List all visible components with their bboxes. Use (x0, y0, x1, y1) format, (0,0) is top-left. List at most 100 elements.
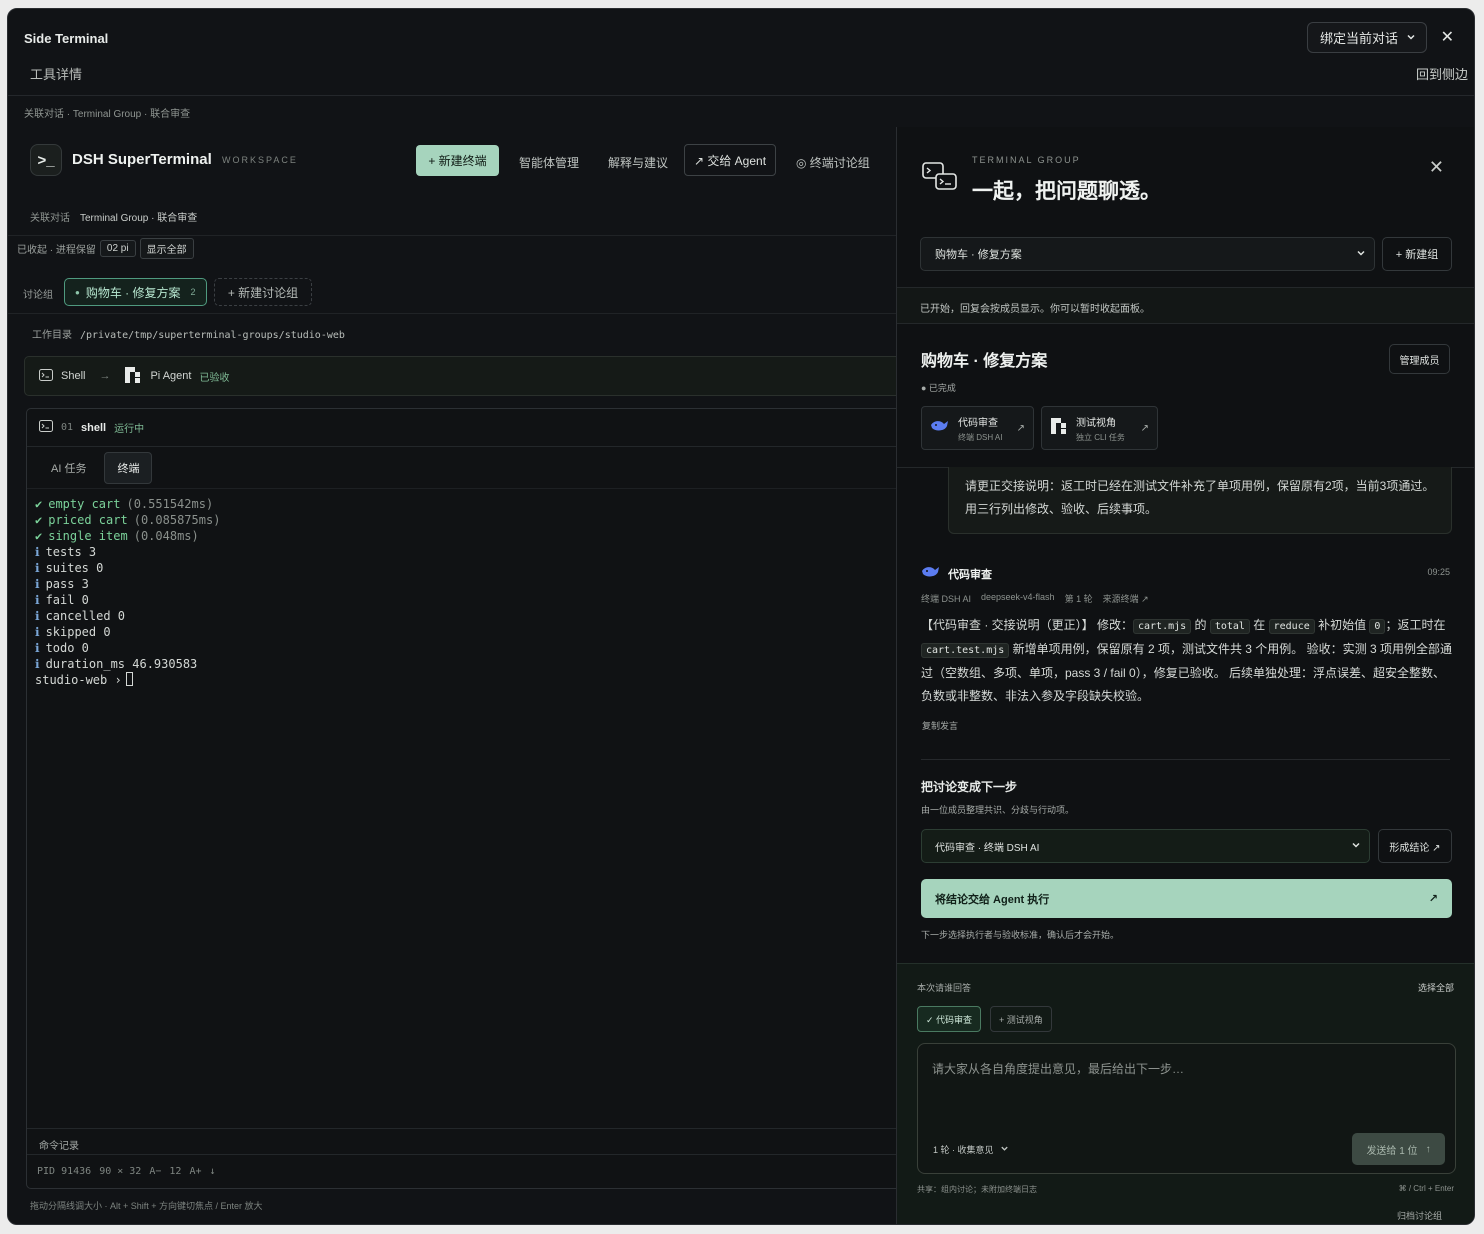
line-text: tests 3 (45, 545, 97, 559)
form-conclusion-button[interactable]: 形成结论 ↗ (1378, 829, 1452, 863)
group-tab-cart-fix[interactable]: ● 购物车 · 修复方案 2 (64, 278, 207, 306)
line-text: empty cart (48, 497, 121, 511)
archive-group-button[interactable]: 归档讨论组 (1397, 1209, 1442, 1222)
code-snippet: cart.test.mjs (921, 643, 1010, 658)
terminal-output[interactable]: ✔ empty cart (0.551542ms) ✔ priced cart (0.08… (27, 489, 906, 695)
group-label: 讨论组 (23, 290, 53, 301)
handoff-conclusion-button[interactable]: 将结论交给 Agent 执行 ↗ (921, 879, 1452, 918)
line-text: cancelled 0 (45, 609, 126, 623)
active-dot-icon: ● (75, 287, 80, 297)
quoted-prompt: 请更正交接说明：返工时已经在测试文件补充了单项用例，保留原有2项，当前3项通过。… (948, 467, 1452, 534)
line-mark: ℹ (35, 561, 40, 575)
show-all-button[interactable]: 显示全部 (139, 238, 194, 259)
command-history[interactable]: 命令记录 (27, 1128, 906, 1154)
handoff-flow[interactable]: Shell → Pi Agent 已验收 (24, 356, 907, 396)
external-link-icon: ↗ (1016, 422, 1025, 434)
group-tab-label: 购物车 · 修复方案 (85, 285, 181, 300)
terminal-line: ℹ suites 0 (35, 560, 898, 576)
terminal-line: ℹ pass 3 (35, 576, 898, 592)
new-discussion-group-button[interactable]: + 新建讨论组 (214, 278, 312, 306)
code-snippet: reduce (1268, 619, 1315, 634)
send-button[interactable]: 发送给 1 位 ↑ (1352, 1133, 1445, 1165)
terminal-tabs: AI 任务 终端 (27, 447, 906, 489)
terminal-prompt[interactable]: studio-web › (35, 672, 898, 688)
group-status: ● 已完成 (921, 383, 956, 393)
manage-members-button[interactable]: 管理成员 (1389, 344, 1450, 374)
line-text: suites 0 (45, 561, 104, 575)
copy-message-button[interactable]: 复制发言 (922, 719, 958, 732)
window-title: Side Terminal (24, 31, 109, 46)
summarizer-select[interactable]: 代码审查 · 终端 DSH AI (921, 829, 1370, 863)
group-tab-count: 2 (190, 287, 196, 297)
nav-agent-management[interactable]: 智能体管理 (519, 154, 579, 171)
terminal-line: ✔ priced cart (0.085875ms) (35, 512, 898, 528)
source-terminal-link[interactable]: 来源终端 ↗ (1103, 592, 1149, 605)
working-directory: 工作目录/private/tmp/superterminal-groups/st… (32, 326, 345, 341)
close-icon[interactable]: ✕ (1441, 27, 1454, 47)
header-divider (8, 95, 1474, 96)
font-increase-button[interactable]: A+ (189, 1166, 201, 1177)
terminal-name: shell (81, 421, 107, 434)
bind-conversation-select[interactable]: 绑定当前对话 (1307, 22, 1427, 53)
prompt-text: studio-web › (35, 673, 122, 687)
collapsed-label: 已收起 · 进程保留 (17, 245, 96, 256)
flow-to: Pi Agent (150, 370, 192, 382)
divider (921, 759, 1450, 760)
nav-terminal-discussion[interactable]: ◎ 终端讨论组 (796, 154, 870, 171)
handoff-agent-button[interactable]: ↗ 交给 Agent (684, 144, 776, 176)
line-text: skipped 0 (45, 625, 111, 639)
app-logo: >_ (30, 144, 62, 176)
status-band: 已开始，回复会按成员显示。你可以暂时收起面板。 (897, 287, 1474, 324)
message-input[interactable]: 请大家从各自角度提出意见，最后给出下一步… 1 轮 · 收集意见 发送给 1 位… (917, 1043, 1456, 1174)
font-decrease-button[interactable]: A− (149, 1166, 161, 1177)
next-step-subtitle: 由一位成员整理共识、分歧与行动项。 (921, 805, 1075, 815)
member-card-test-view[interactable]: 测试视角 独立 CLI 任务 ↗ (1041, 406, 1158, 450)
collapsed-process-chip[interactable]: 02 pi (99, 240, 136, 257)
workdir-label: 工作目录 (32, 330, 72, 341)
message-time: 09:25 (1427, 567, 1450, 577)
drawer-kicker: TERMINAL GROUP (972, 155, 1081, 165)
terminal-size: 90 × 32 (99, 1166, 142, 1177)
line-mark: ℹ (35, 577, 40, 591)
code-snippet: cart.mjs (1133, 619, 1192, 634)
app-name: DSH SuperTerminal (72, 151, 212, 168)
back-to-side-link[interactable]: 回到侧边 (1416, 64, 1468, 83)
responders-label: 本次请谁回答 (917, 983, 972, 993)
responder-chip-code-review[interactable]: ✓ 代码审查 (917, 1006, 982, 1032)
terminal-panel: >_ DSH SuperTerminal WORKSPACE + 新建终端 智能… (8, 127, 907, 1224)
select-all-button[interactable]: 选择全部 (1418, 981, 1454, 994)
tab-ai-task[interactable]: AI 任务 (39, 453, 98, 483)
line-mark: ℹ (35, 641, 40, 655)
pi-icon (124, 366, 142, 387)
responder-chip-test-view[interactable]: + 测试视角 (990, 1006, 1052, 1032)
code-snippet: 0 (1369, 619, 1386, 634)
group-select[interactable]: 购物车 · 修复方案 (920, 237, 1375, 271)
breadcrumb: 关联对话 · Terminal Group · 联合审查 (24, 109, 191, 120)
nav-explain-suggest[interactable]: 解释与建议 (608, 154, 668, 171)
tab-terminal[interactable]: 终端 (104, 451, 153, 484)
message-body: 【代码审查 · 交接说明（更正）】 修改： cart.mjs 的 total 在 … (921, 614, 1453, 708)
divider (8, 235, 897, 236)
meta-model: deepseek-v4-flash (981, 592, 1055, 602)
scroll-bottom-button[interactable]: ↓ (209, 1166, 215, 1177)
terminal-line: ℹ cancelled 0 (35, 608, 898, 624)
member-sub: 独立 CLI 任务 (1076, 432, 1125, 442)
chevron-down-icon (1000, 1145, 1009, 1155)
line-text: priced cart (48, 513, 128, 527)
composer: 本次请谁回答 选择全部 ✓ 代码审查 + 测试视角 请大家从各自角度提出意见，最… (897, 963, 1474, 1224)
round-mode-select[interactable]: 1 轮 · 收集意见 (933, 1143, 1009, 1156)
new-terminal-button[interactable]: + 新建终端 (416, 145, 499, 176)
terminal-group-drawer: TERMINAL GROUP 一起，把问题聊透。 ✕ 购物车 · 修复方案 + … (896, 127, 1474, 1224)
terminal-line: ℹ fail 0 (35, 592, 898, 608)
member-card-code-review[interactable]: 代码审查 终端 DSH AI ↗ (921, 406, 1034, 450)
terminal-line: ℹ skipped 0 (35, 624, 898, 640)
new-group-button[interactable]: + 新建组 (1382, 237, 1452, 271)
line-text: single item (48, 529, 128, 543)
close-icon[interactable]: ✕ (1429, 157, 1444, 178)
collapsed-processes: 已收起 · 进程保留 02 pi 显示全部 (17, 238, 194, 259)
line-mark: ℹ (35, 609, 40, 623)
side-terminal-window: Side Terminal 工具详情 绑定当前对话 ✕ 回到侧边 关联对话 · … (7, 8, 1475, 1225)
chevron-down-icon (1356, 248, 1366, 261)
terminal-pane[interactable]: 01 shell 运行中 AI 任务 终端 ✔ empty cart (0.5515… (26, 408, 907, 1189)
message-meta: 终端 DSH AI deepseek-v4-flash 第 1 轮 来源终端 ↗ (921, 592, 1149, 605)
